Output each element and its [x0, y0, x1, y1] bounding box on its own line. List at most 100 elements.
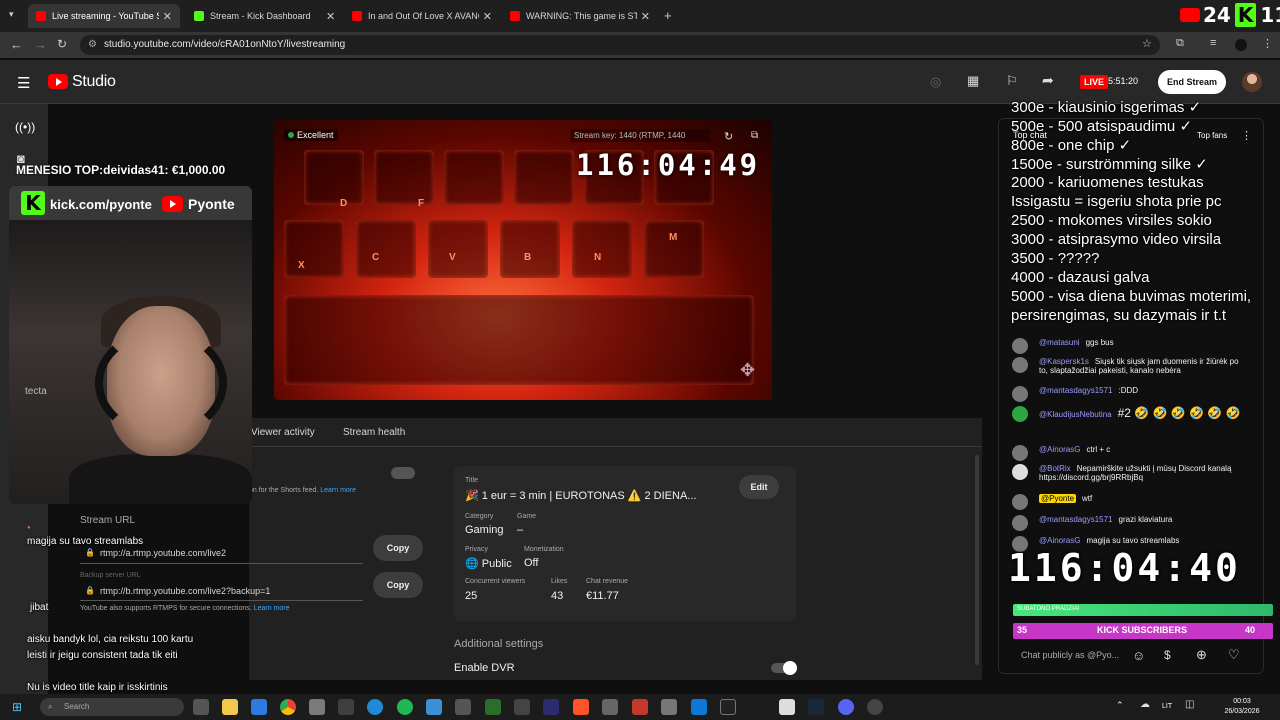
close-tab-icon[interactable]: ✕ — [163, 10, 172, 23]
add-icon[interactable]: ⊕ — [1196, 647, 1207, 663]
tab-viewer-activity[interactable]: Viewer activity — [251, 427, 315, 438]
copy-key-icon[interactable]: ⧉ — [751, 130, 758, 141]
url-field[interactable]: ⚙ studio.youtube.com/video/cRA01onNtoY/l… — [80, 35, 1160, 55]
file-explorer-icon[interactable] — [222, 699, 238, 715]
edge-icon[interactable] — [367, 699, 383, 715]
globe-icon: 🌐 — [465, 558, 479, 570]
forward-icon[interactable]: → — [34, 37, 47, 52]
dvr-toggle-knob[interactable] — [783, 661, 797, 675]
store-icon[interactable] — [251, 699, 267, 715]
discord-icon[interactable] — [838, 699, 854, 715]
copy-backup-url-button[interactable]: Copy — [373, 572, 423, 598]
steam-icon[interactable] — [808, 699, 824, 715]
game-label: Game — [517, 513, 537, 520]
app-icon[interactable] — [485, 699, 501, 715]
profile-icon[interactable] — [1235, 39, 1247, 51]
chat-author[interactable]: @BotRix — [1039, 464, 1071, 473]
premiere-icon[interactable] — [543, 699, 559, 715]
close-tab-icon[interactable]: ✕ — [326, 10, 335, 23]
panel-scrollbar[interactable] — [975, 455, 979, 665]
youtube-studio-logo-icon[interactable] — [48, 74, 68, 89]
chat-input[interactable]: Chat publicly as @Pyo... — [1012, 646, 1132, 664]
edit-details-button[interactable]: Edit — [739, 475, 779, 499]
chat-author[interactable]: @mantasdagys1571 — [1039, 386, 1113, 395]
browser-menu-icon[interactable]: ⋮ — [1262, 37, 1273, 50]
chat-author[interactable]: @matasuni — [1039, 338, 1080, 347]
kick-logo-icon: K — [1234, 3, 1257, 27]
shorts-toggle[interactable] — [391, 467, 415, 479]
stream-key-select[interactable]: Stream key: 1440 (RTMP, 1440 — [570, 129, 710, 142]
input-language[interactable]: LIT — [1162, 703, 1172, 710]
network-icon[interactable]: ◫ — [1185, 699, 1194, 710]
copy-stream-url-button[interactable]: Copy — [373, 535, 423, 561]
likes-label: Likes — [551, 578, 568, 585]
app-icon[interactable] — [309, 699, 325, 715]
app-icon[interactable] — [602, 699, 618, 715]
tab-label: WARNING: This game is STILL r — [526, 11, 637, 21]
task-view-icon[interactable] — [193, 699, 209, 715]
onedrive-icon[interactable]: ☁ — [1140, 699, 1150, 710]
tab-kick-dashboard[interactable]: Stream - Kick Dashboard ✕ — [186, 4, 344, 28]
subs-count: 35 — [1017, 625, 1028, 635]
end-stream-button[interactable]: End Stream — [1158, 70, 1226, 94]
clock[interactable]: 00:03 26/03/2026 — [1222, 697, 1262, 717]
app-icon[interactable] — [514, 699, 530, 715]
learn-more-link[interactable]: Learn more — [320, 487, 356, 494]
tab-stream-health[interactable]: Stream health — [343, 427, 405, 438]
backup-url-value[interactable]: rtmp://b.rtmp.youtube.com/live2?backup=1 — [100, 586, 270, 596]
site-info-icon[interactable]: ⚙ — [88, 35, 97, 55]
terminal-icon[interactable] — [720, 699, 736, 715]
hamburger-menu-icon[interactable]: ☰ — [17, 74, 30, 92]
stream-broadcast-icon[interactable]: ((•)) — [15, 120, 35, 134]
refresh-key-icon[interactable]: ↻ — [724, 130, 733, 143]
tab-search-icon[interactable]: ▾ — [9, 9, 14, 20]
chat-author[interactable]: @mantasdagys1571 — [1039, 515, 1113, 524]
overlay-chat-message: jibat — [30, 602, 49, 613]
tab-warning-game[interactable]: WARNING: This game is STILL r ✕ — [502, 4, 658, 28]
key-letter: F — [418, 198, 425, 209]
top-fans-button[interactable]: Top fans — [1197, 131, 1227, 140]
chat-author[interactable]: @AinorasG — [1039, 445, 1080, 454]
status-icon[interactable]: ◎ — [930, 74, 941, 90]
chat-author[interactable]: @AinorasG — [1039, 536, 1080, 545]
app-icon[interactable] — [632, 699, 648, 715]
stream-health-status: Excellent — [284, 129, 338, 141]
notepad-icon[interactable] — [779, 699, 795, 715]
studio-logo-text[interactable]: Studio — [72, 73, 116, 91]
extensions-icon[interactable]: ⧉ — [1176, 37, 1184, 50]
media-controls-icon[interactable]: ≡ — [1210, 37, 1216, 49]
bookmark-star-icon[interactable]: ☆ — [1142, 37, 1152, 50]
taskbar-search[interactable]: ⌕ Search — [40, 698, 184, 716]
chat-menu-icon[interactable]: ⋮ — [1241, 129, 1252, 142]
share-icon[interactable]: ➦ — [1042, 72, 1054, 89]
windows-start-icon[interactable]: ⊞ — [12, 700, 22, 714]
tab-music-video[interactable]: In and Out Of Love X AVANGARD ✕ — [344, 4, 500, 28]
app-icon[interactable] — [661, 699, 677, 715]
spotify-icon[interactable] — [397, 699, 413, 715]
brave-icon[interactable] — [573, 699, 589, 715]
account-avatar[interactable] — [1242, 72, 1262, 92]
obs-icon[interactable] — [867, 699, 883, 715]
photos-icon[interactable] — [426, 699, 442, 715]
chat-author[interactable]: @KlaudijusNebutina — [1039, 410, 1112, 419]
bookmark-icon[interactable]: ⚐ — [1006, 73, 1018, 89]
tab-youtube-studio[interactable]: Live streaming - YouTube Studio ✕ — [28, 4, 180, 28]
back-icon[interactable]: ← — [10, 37, 23, 52]
chat-author[interactable]: @Pyonte — [1039, 494, 1077, 503]
tray-overflow-icon[interactable]: ⌃ — [1116, 700, 1124, 711]
emoji-icon[interactable]: ☺ — [1132, 648, 1145, 663]
new-tab-icon[interactable]: + — [664, 8, 672, 23]
app-icon[interactable] — [691, 699, 707, 715]
close-tab-icon[interactable]: ✕ — [641, 10, 650, 23]
learn-more-link[interactable]: Learn more — [254, 605, 290, 612]
calendar-icon[interactable]: ▦ — [967, 73, 979, 89]
chat-author[interactable]: @Kaspersk1s — [1039, 357, 1089, 366]
chrome-icon[interactable] — [280, 699, 296, 715]
reload-icon[interactable]: ↻ — [57, 37, 67, 51]
super-chat-icon[interactable]: $ — [1164, 648, 1171, 662]
app-icon[interactable] — [455, 699, 471, 715]
app-icon[interactable] — [338, 699, 354, 715]
heart-icon[interactable]: ♡ — [1228, 647, 1240, 663]
stream-url-value[interactable]: rtmp://a.rtmp.youtube.com/live2 — [100, 548, 226, 558]
close-tab-icon[interactable]: ✕ — [483, 10, 492, 23]
